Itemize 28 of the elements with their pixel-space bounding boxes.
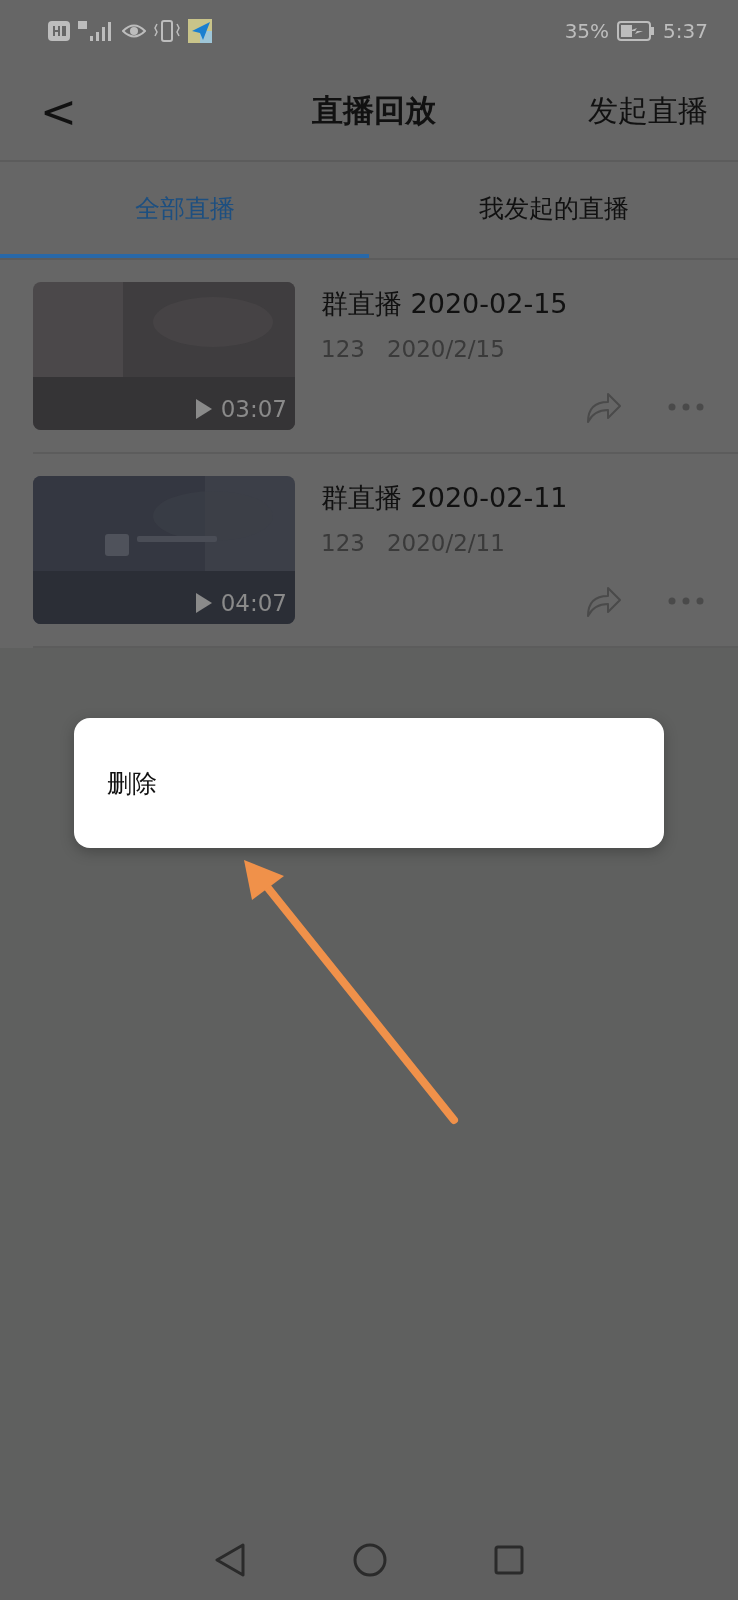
play-icon (194, 592, 213, 614)
share-icon[interactable] (586, 584, 622, 618)
home-nav-icon[interactable] (353, 1543, 387, 1577)
delete-menu-item[interactable]: 删除 (107, 766, 157, 800)
battery-icon (617, 21, 656, 41)
more-icon[interactable] (668, 597, 704, 605)
video-duration: 04:07 (220, 590, 287, 616)
app-icon (188, 19, 212, 43)
vibrate-icon (154, 20, 180, 42)
video-thumbnail[interactable]: 03:07 (33, 282, 295, 430)
start-live-button[interactable]: 发起直播 (588, 90, 708, 132)
video-duration: 03:07 (220, 396, 287, 422)
back-button[interactable]: < (40, 85, 100, 137)
page-title: 直播回放 (311, 91, 437, 130)
eye-icon (122, 22, 146, 40)
hd-icon (48, 21, 70, 41)
battery-percent: 35% (564, 19, 610, 43)
share-icon[interactable] (586, 390, 622, 424)
recents-nav-icon[interactable] (494, 1545, 525, 1575)
more-icon[interactable] (668, 403, 704, 411)
play-icon (194, 398, 213, 420)
clock: 5:37 (663, 19, 708, 43)
tab[interactable]: 我发起的直播 (369, 162, 738, 258)
video-title: 群直播 2020-02-11 (321, 481, 569, 515)
video-thumbnail[interactable]: 04:07 (33, 476, 295, 624)
video-title: 群直播 2020-02-15 (321, 287, 569, 321)
signal-icon (78, 20, 114, 42)
back-nav-icon[interactable] (213, 1543, 246, 1577)
